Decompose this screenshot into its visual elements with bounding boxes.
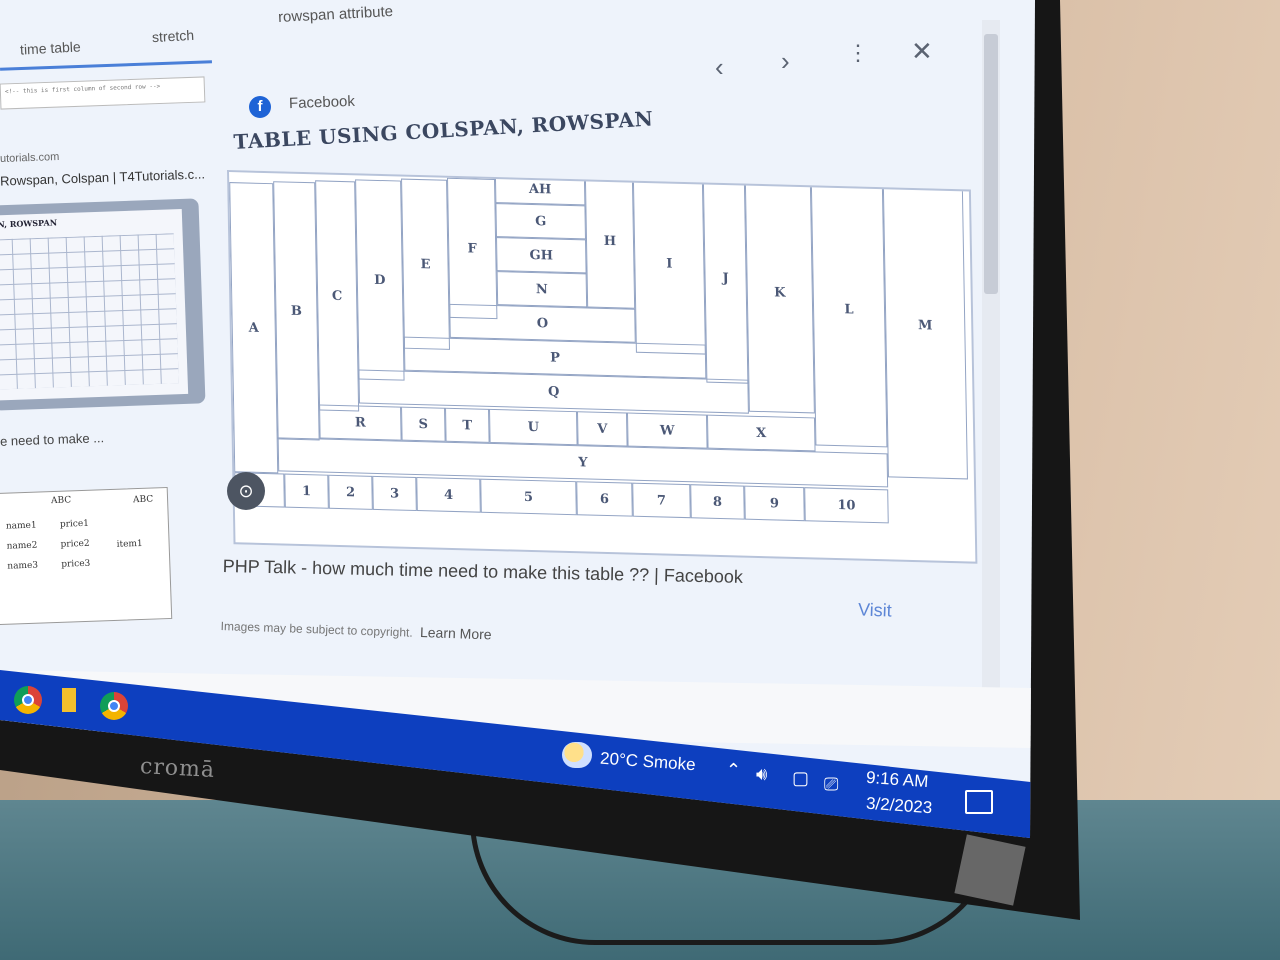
cell-j: J — [702, 172, 749, 384]
clock-time[interactable]: 9:16 AM — [865, 768, 929, 792]
scrollbar-thumb[interactable] — [984, 34, 998, 294]
cell-m: M — [882, 171, 968, 480]
abc-price-2: price2 — [60, 538, 90, 550]
tape-piece — [954, 834, 1026, 906]
source-name[interactable]: Facebook — [289, 93, 355, 112]
cell-num-6: 6 — [576, 481, 633, 517]
abc-table-thumbnail[interactable]: ABC ABC name1 name2 name3 price1 price2 … — [0, 487, 173, 625]
abc-header-1: ABC — [50, 495, 72, 507]
cell-b: B — [273, 181, 320, 441]
related-link-rowspan-attribute[interactable]: rowspan attribute — [278, 3, 394, 26]
cell-num-3: 3 — [372, 475, 417, 512]
thumbnail-heading: AN, ROWSPAN — [0, 217, 58, 230]
abc-name-3: name3 — [7, 560, 39, 572]
result-title[interactable]: Rowspan, Colspan | T4Tutorials.c... — [0, 166, 205, 188]
cell-x: X — [706, 414, 816, 452]
cell-r: R — [319, 404, 402, 441]
abc-header-2: ABC — [132, 494, 154, 506]
cell-h: H — [584, 173, 636, 309]
cell-num-10: 10 — [804, 487, 889, 524]
chevron-right-icon[interactable]: › — [781, 46, 790, 77]
copyright-text: Images may be subject to copyright. — [220, 618, 413, 640]
thumbnail-grid — [0, 233, 179, 390]
monitor-screen: time table stretch rowspan attribute <!-… — [0, 0, 1035, 838]
cell-l: L — [810, 171, 888, 448]
cell-num-8: 8 — [690, 484, 745, 520]
result-thumbnail[interactable]: AN, ROWSPAN — [0, 198, 206, 411]
copyright-notice: Images may be subject to copyright. Lear… — [220, 617, 491, 642]
image-title: TABLE USING COLSPAN, ROWSPAN — [233, 106, 654, 154]
chrome-icon[interactable] — [100, 692, 128, 720]
cell-gh: GH — [496, 237, 587, 274]
left-results-column: <!-- this is first column of second row … — [0, 76, 215, 680]
notification-icon[interactable] — [965, 790, 993, 814]
related-link-time-table[interactable]: time table — [20, 38, 81, 57]
abc-price-1: price1 — [59, 518, 90, 530]
folder-icon[interactable] — [62, 688, 76, 712]
cell-ah: AH — [494, 173, 586, 206]
cell-v: V — [576, 411, 628, 447]
cell-num-7: 7 — [632, 482, 691, 519]
abc-item-1: item1 — [116, 538, 143, 550]
chrome-icon[interactable] — [14, 686, 42, 714]
thumbnail-preview: AN, ROWSPAN — [0, 208, 189, 401]
cell-g: G — [495, 203, 586, 240]
abc-name-2: name2 — [6, 540, 38, 552]
meet-icon[interactable]: ▢ — [792, 768, 809, 789]
cell-num-9: 9 — [744, 485, 805, 522]
related-link-stretch[interactable]: stretch — [152, 27, 195, 45]
cell-c: C — [315, 180, 360, 412]
cell-t: T — [445, 407, 490, 443]
cell-n: N — [496, 271, 588, 308]
learn-more-link[interactable]: Learn More — [420, 624, 492, 642]
cell-k: K — [744, 171, 815, 414]
result-snippet[interactable]: e need to make ... — [0, 430, 104, 449]
cell-s: S — [401, 406, 446, 442]
result-source: utorials.com — [0, 150, 60, 166]
monitor-brand-logo: cromā — [139, 754, 216, 783]
cell-u: U — [489, 408, 578, 446]
cell-num-2: 2 — [328, 474, 373, 510]
weather-icon[interactable] — [562, 742, 592, 768]
page-scrollbar[interactable] — [982, 20, 1000, 740]
cell-a: A — [229, 182, 279, 474]
network-icon[interactable]: ⎚ — [824, 774, 838, 795]
cell-d: D — [355, 179, 405, 381]
image-caption[interactable]: PHP Talk - how much time need to make th… — [222, 553, 762, 591]
image-viewer-panel: ‹ › ⋮ ✕ f Facebook TABLE USING COLSPAN, … — [215, 36, 1025, 700]
chevron-up-icon[interactable]: ⌃ — [726, 760, 741, 781]
abc-price-3: price3 — [61, 558, 91, 570]
cell-num-5: 5 — [480, 478, 577, 516]
preview-image[interactable]: A B C D E F AH G GH N H I J K L M O P Q … — [227, 170, 978, 564]
close-icon[interactable]: ✕ — [911, 36, 933, 67]
more-vert-icon[interactable]: ⋮ — [847, 40, 869, 66]
cell-e: E — [401, 178, 451, 350]
chevron-left-icon[interactable]: ‹ — [715, 52, 724, 83]
google-lens-icon[interactable]: ⊙ — [227, 472, 265, 510]
abc-name-1: name1 — [5, 520, 37, 532]
result-selected-underline — [0, 60, 212, 71]
cell-num-1: 1 — [284, 473, 329, 509]
code-thumbnail[interactable]: <!-- this is first column of second row … — [0, 76, 206, 110]
facebook-icon: f — [249, 96, 271, 118]
cell-i: I — [632, 172, 706, 355]
cell-f: F — [447, 177, 498, 320]
visit-button[interactable]: Visit — [858, 599, 892, 621]
cell-num-4: 4 — [416, 477, 481, 513]
cell-o: O — [449, 303, 636, 343]
speaker-icon[interactable]: 🔊︎ — [756, 764, 767, 785]
cell-w: W — [626, 412, 708, 449]
